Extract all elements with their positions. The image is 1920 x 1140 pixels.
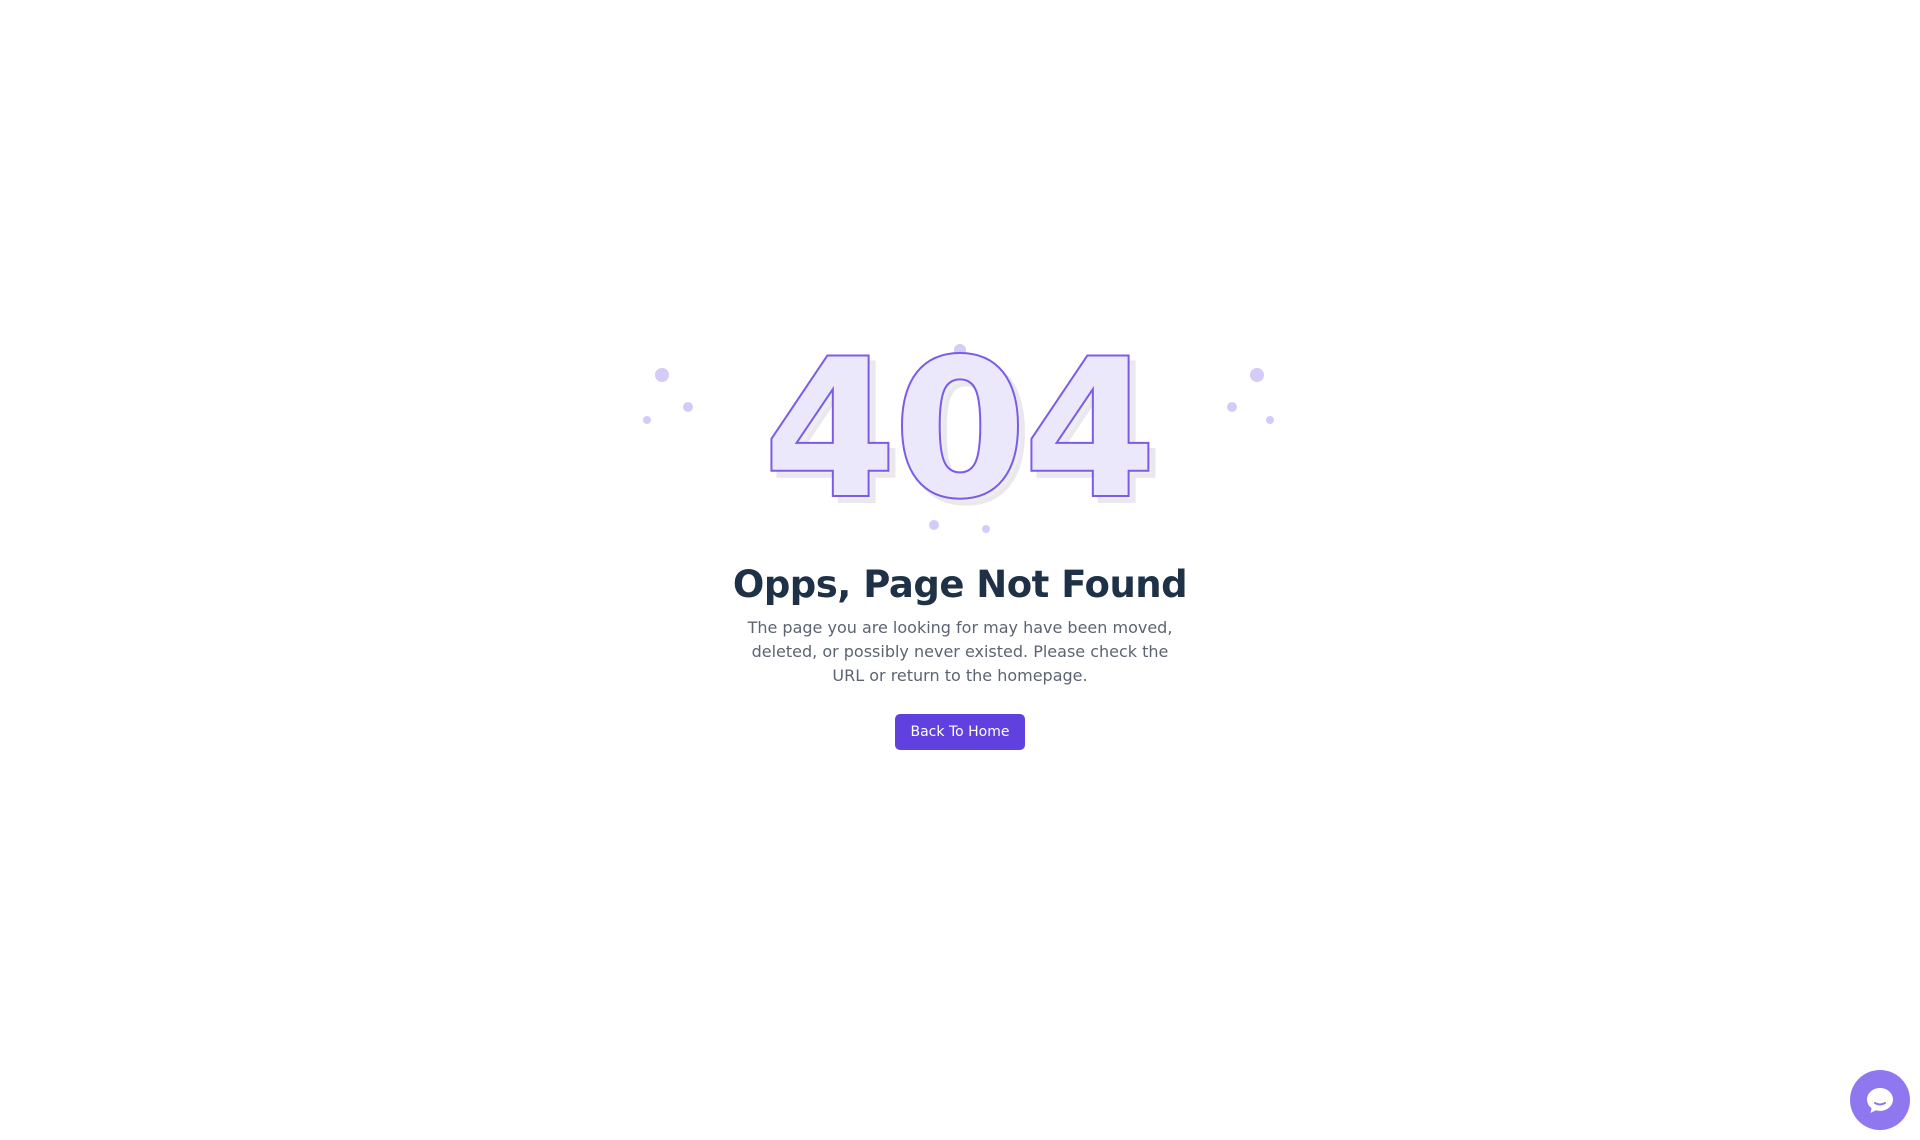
back-to-home-button[interactable]: Back To Home bbox=[894, 714, 1026, 750]
error-404-illustration: 4 0 4 4 0 4 bbox=[620, 335, 1300, 545]
decor-dot bbox=[643, 416, 651, 424]
decor-dot bbox=[1266, 416, 1274, 424]
not-found-content: Opps, Page Not Found The page you are lo… bbox=[0, 560, 1920, 750]
page-title: Opps, Page Not Found bbox=[732, 563, 1188, 606]
error-digit-last: 4 bbox=[1024, 335, 1156, 540]
error-digit-middle: 0 bbox=[894, 335, 1026, 540]
decor-dot bbox=[655, 368, 669, 382]
error-404-graphic: 4 0 4 4 0 4 bbox=[643, 335, 1274, 545]
error-digit-first: 4 bbox=[764, 335, 896, 540]
chat-widget-button[interactable] bbox=[1850, 1070, 1910, 1130]
page-description: The page you are looking for may have be… bbox=[747, 618, 1173, 685]
decor-dot bbox=[1250, 368, 1264, 382]
chat-bubble-icon bbox=[1867, 1088, 1893, 1113]
not-found-page: 4 0 4 4 0 4 Opps, Page Not Found The pag… bbox=[0, 0, 1920, 1140]
decor-dot bbox=[1227, 402, 1237, 412]
decor-dot bbox=[683, 402, 693, 412]
